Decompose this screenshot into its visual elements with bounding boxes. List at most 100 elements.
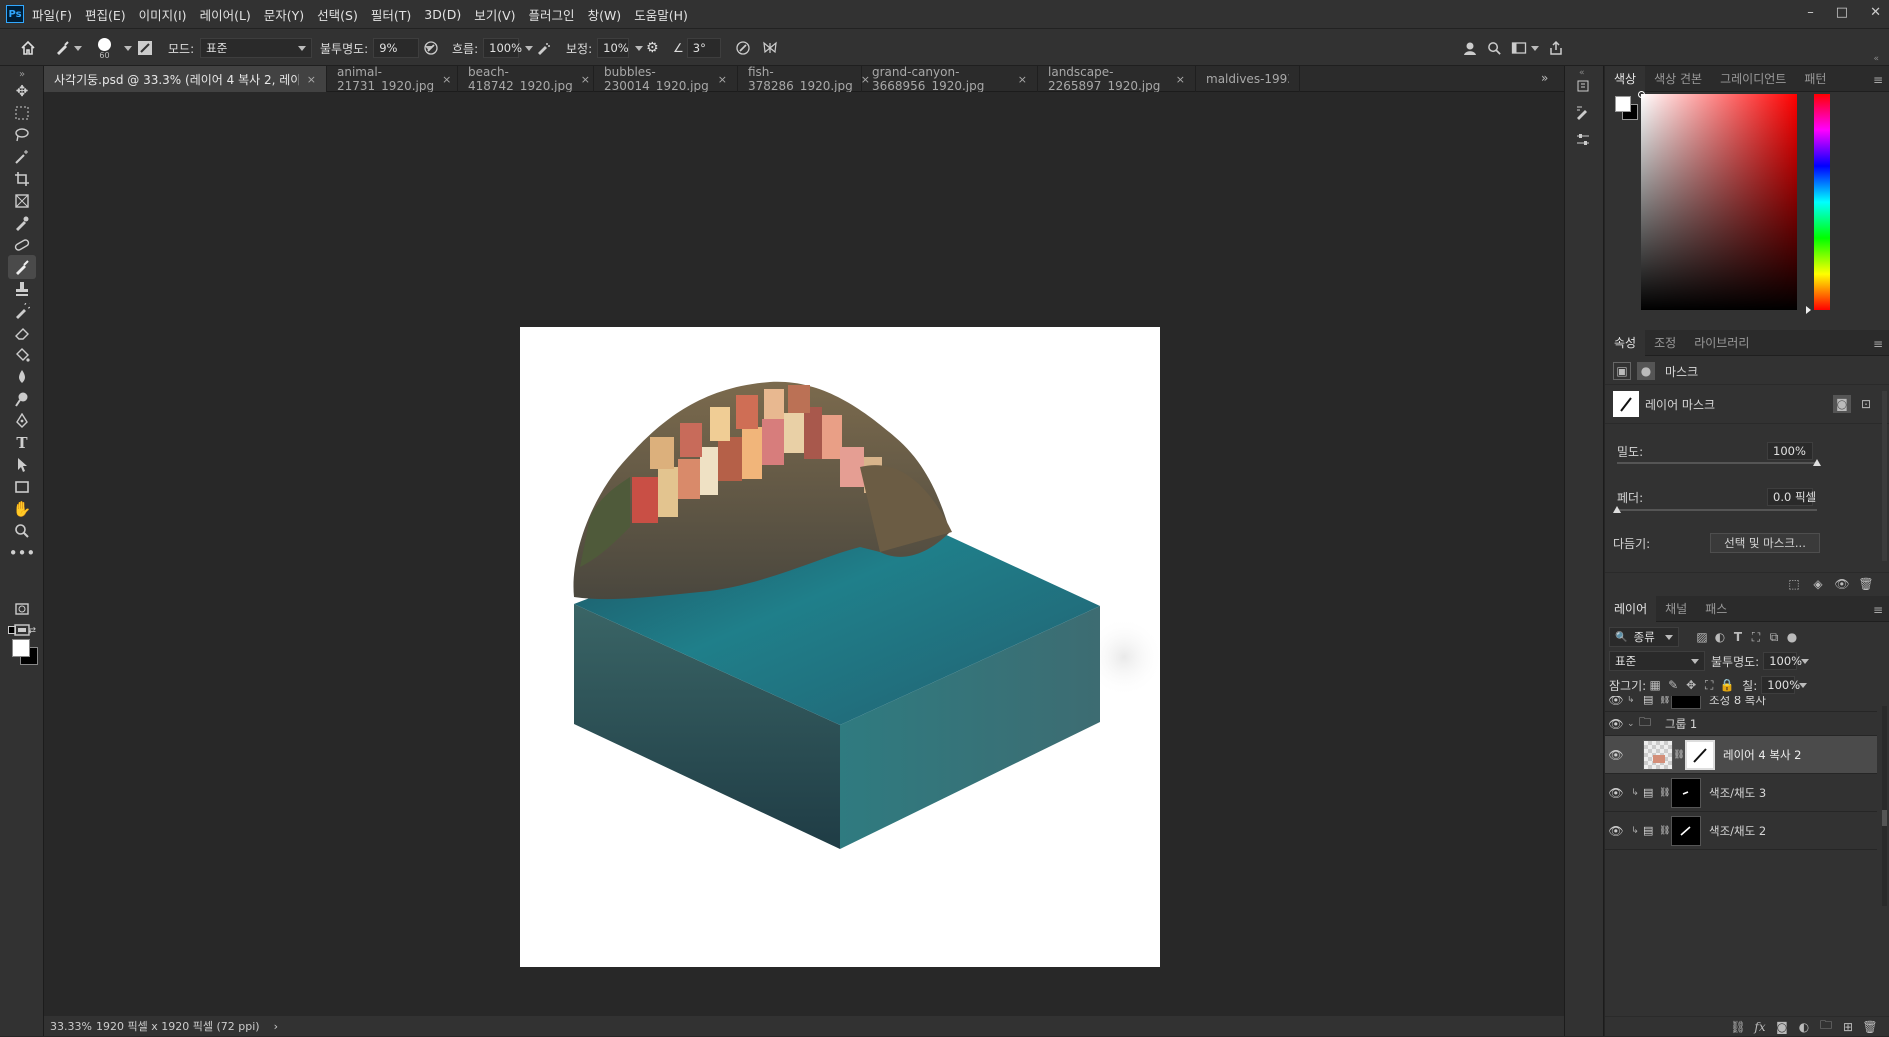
- tab-document[interactable]: bubbles-230014_1920.jpg ×: [594, 65, 738, 93]
- density-slider-handle[interactable]: [1813, 459, 1821, 466]
- feather-slider[interactable]: [1617, 509, 1817, 511]
- hue-slider-handle[interactable]: [1806, 306, 1811, 314]
- tab-channels[interactable]: 채널: [1656, 596, 1696, 622]
- layer-opacity-input[interactable]: 100%: [1763, 652, 1802, 670]
- select-and-mask-button[interactable]: 선택 및 마스크...: [1710, 533, 1820, 553]
- layers-scrollbar[interactable]: [1882, 706, 1887, 906]
- density-input[interactable]: 100%: [1767, 442, 1813, 460]
- panel-menu-icon[interactable]: ≡: [1873, 337, 1883, 351]
- tab-paths[interactable]: 패스: [1696, 596, 1736, 622]
- apply-mask-icon[interactable]: ◈: [1809, 575, 1827, 593]
- menu-view[interactable]: 보기(V): [474, 5, 515, 24]
- pixel-layer-icon[interactable]: ▣: [1613, 362, 1631, 380]
- lock-position-icon[interactable]: ✥: [1682, 676, 1700, 694]
- chevron-down-icon[interactable]: [525, 45, 534, 51]
- layer-row-selected[interactable]: 👁 ⛓ 레이어 4 복사 2: [1605, 736, 1877, 774]
- eraser-tool[interactable]: [8, 321, 36, 345]
- close-icon[interactable]: ×: [718, 73, 727, 86]
- airbrush-button[interactable]: [535, 29, 551, 67]
- layer-row[interactable]: 👁 ↳ ▤ ⛓ 색조/채도 2: [1605, 812, 1877, 850]
- mask-icon[interactable]: ●: [1637, 362, 1655, 380]
- menu-plugins[interactable]: 플러그인: [529, 5, 575, 24]
- zoom-tool[interactable]: [8, 519, 36, 543]
- close-icon[interactable]: ×: [1176, 73, 1185, 86]
- dodge-tool[interactable]: [8, 387, 36, 411]
- color-picker-handle[interactable]: [1638, 91, 1645, 98]
- menu-type[interactable]: 문자(Y): [264, 5, 304, 24]
- brushes-panel-button[interactable]: [1575, 104, 1595, 124]
- add-vector-mask-icon[interactable]: ⊡: [1857, 395, 1875, 413]
- pressure-opacity-button[interactable]: [423, 29, 439, 67]
- filter-shape-icon[interactable]: ⛶: [1747, 628, 1765, 646]
- new-layer-icon[interactable]: ⊞: [1839, 1018, 1857, 1036]
- tab-swatches[interactable]: 색상 견본: [1645, 66, 1711, 92]
- angle-input[interactable]: 3°: [686, 38, 721, 58]
- chevron-down-icon[interactable]: [1801, 658, 1810, 664]
- maximize-button[interactable]: □: [1836, 5, 1848, 20]
- lock-pixels-icon[interactable]: ✎: [1664, 676, 1682, 694]
- close-button[interactable]: ✕: [1870, 5, 1881, 20]
- mask-icon[interactable]: ◙: [1773, 1018, 1791, 1036]
- filter-pixel-icon[interactable]: ▨: [1693, 628, 1711, 646]
- tab-document[interactable]: maldives-1993: [1196, 66, 1300, 92]
- tab-document[interactable]: animal-21731_1920.jpg ×: [327, 65, 458, 93]
- opacity-input[interactable]: 9%: [373, 38, 420, 58]
- workspace-switcher[interactable]: [1511, 29, 1539, 67]
- minimize-button[interactable]: –: [1807, 5, 1814, 20]
- brush-size-picker[interactable]: 60: [98, 29, 111, 67]
- close-icon[interactable]: ×: [442, 73, 451, 86]
- hue-slider[interactable]: [1814, 94, 1830, 310]
- close-icon[interactable]: ×: [581, 73, 590, 86]
- layer-filter-select[interactable]: 🔍 종류: [1609, 627, 1679, 647]
- trash-icon[interactable]: 🗑: [1857, 575, 1875, 593]
- frame-tool[interactable]: [8, 189, 36, 213]
- home-button[interactable]: [20, 29, 36, 67]
- add-pixel-mask-icon[interactable]: ◙: [1833, 395, 1851, 413]
- blur-tool[interactable]: [8, 365, 36, 389]
- menu-edit[interactable]: 편집(E): [85, 5, 126, 24]
- menu-image[interactable]: 이미지(I): [139, 5, 187, 24]
- fill-input[interactable]: 100%: [1761, 676, 1800, 694]
- search-button[interactable]: [1487, 29, 1502, 67]
- status-menu-arrow[interactable]: ›: [274, 1020, 278, 1033]
- visibility-icon[interactable]: 👁: [1605, 786, 1627, 800]
- menu-3d[interactable]: 3D(D): [424, 7, 461, 22]
- move-tool[interactable]: ✥: [8, 79, 36, 103]
- magic-wand-tool[interactable]: [8, 145, 36, 169]
- link-icon[interactable]: ⛓: [1729, 1018, 1747, 1036]
- path-selection-tool[interactable]: [8, 453, 36, 477]
- lock-all-icon[interactable]: 🔒: [1718, 676, 1736, 694]
- tab-layers[interactable]: 레이어: [1605, 595, 1657, 622]
- chevron-down-icon[interactable]: [635, 45, 644, 51]
- tab-properties[interactable]: 속성: [1605, 329, 1646, 356]
- menu-file[interactable]: 파일(F): [32, 5, 72, 24]
- layers-scrollbar-thumb[interactable]: [1882, 810, 1887, 826]
- pressure-size-button[interactable]: [735, 29, 751, 67]
- zoom-level[interactable]: 33.33%: [50, 1020, 92, 1033]
- collapse-dock-icon[interactable]: «: [1579, 68, 1585, 78]
- folder-icon[interactable]: 🗀: [1817, 1018, 1835, 1036]
- mode-select[interactable]: 표준: [200, 38, 313, 58]
- lasso-tool[interactable]: [8, 123, 36, 147]
- lock-transparency-icon[interactable]: ▦: [1646, 676, 1664, 694]
- load-selection-icon[interactable]: ⬚: [1785, 575, 1803, 593]
- chain-icon[interactable]: ⛓: [1659, 788, 1671, 798]
- color-field[interactable]: [1638, 91, 1797, 310]
- canvas-area[interactable]: [44, 92, 1564, 1016]
- collapse-panels-icon[interactable]: «: [1873, 54, 1879, 64]
- feather-slider-handle[interactable]: [1613, 506, 1621, 513]
- lock-artboard-icon[interactable]: ⛶: [1700, 676, 1718, 694]
- tab-color[interactable]: 색상: [1605, 65, 1646, 92]
- chevron-down-icon[interactable]: [1799, 682, 1808, 688]
- tab-document[interactable]: landscape-2265897_1920.jpg ×: [1038, 65, 1196, 93]
- history-panel-button[interactable]: [1575, 78, 1595, 98]
- feather-input[interactable]: 0.0 픽셀: [1767, 488, 1816, 506]
- filter-toggle-icon[interactable]: ●: [1783, 628, 1801, 646]
- layer-row[interactable]: 👁 ↳ ▤ ⛓ 색조/채도 3: [1605, 774, 1877, 812]
- menu-select[interactable]: 선택(S): [317, 5, 358, 24]
- history-brush-tool[interactable]: [8, 299, 36, 323]
- screen-mode-button[interactable]: [8, 619, 36, 643]
- menu-window[interactable]: 창(W): [588, 5, 622, 24]
- tab-document[interactable]: beach-418742_1920.jpg ×: [458, 65, 594, 93]
- tab-gradients[interactable]: 그레이디언트: [1711, 66, 1795, 92]
